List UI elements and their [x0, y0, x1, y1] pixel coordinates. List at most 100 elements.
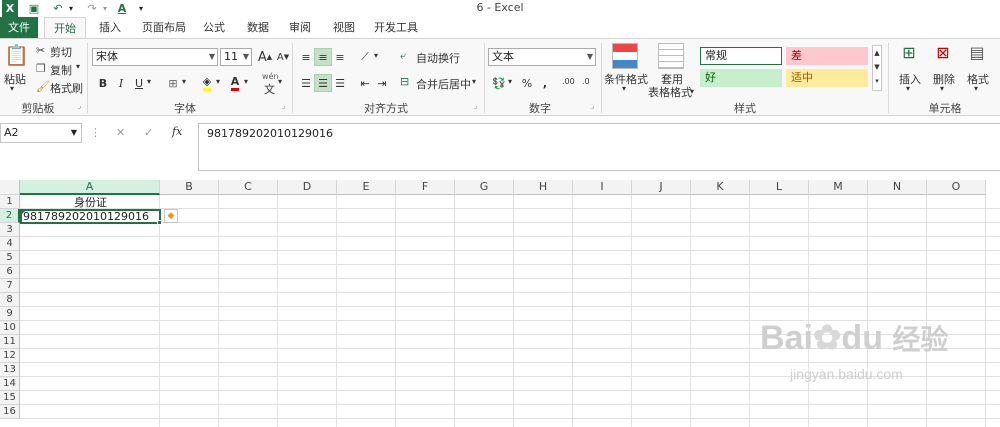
column-header-k[interactable]: K — [691, 180, 750, 195]
accounting-format-icon[interactable]: 💱 — [490, 74, 508, 92]
shrink-font-button[interactable]: A ▼ — [274, 48, 292, 66]
row-header-13[interactable]: 13 — [0, 363, 20, 377]
cut-button[interactable]: 剪切 — [50, 44, 72, 60]
comma-button[interactable]: , — [536, 74, 554, 92]
percent-button[interactable]: % — [518, 74, 536, 92]
style-good[interactable]: 好 — [700, 69, 782, 87]
column-header-h[interactable]: H — [514, 180, 573, 195]
number-format-dropdown[interactable]: 文本 ▼ — [488, 48, 596, 66]
row-header-11[interactable]: 11 — [0, 335, 20, 349]
column-header-o[interactable]: O — [927, 180, 986, 195]
column-header-j[interactable]: J — [632, 180, 691, 195]
tab-view[interactable]: 视图 — [326, 17, 362, 38]
align-left-icon[interactable]: ☰ — [297, 74, 315, 92]
alignment-launcher-icon[interactable]: ⌟ — [474, 102, 477, 110]
style-normal[interactable]: 常规 — [700, 47, 782, 65]
accounting-dropdown-icon[interactable]: ▾ — [508, 77, 512, 86]
copy-dropdown-icon[interactable]: ▾ — [76, 62, 80, 71]
font-launcher-icon[interactable]: ⌟ — [282, 102, 285, 110]
format-as-table-line2[interactable]: 表格格式 — [648, 84, 692, 100]
underline-button[interactable]: U — [130, 74, 148, 92]
row-header-2[interactable]: 2 — [0, 209, 20, 223]
fill-color-icon[interactable]: ◈ — [198, 74, 216, 92]
align-top-icon[interactable]: ≡ — [297, 48, 315, 66]
phonetic-dropdown-icon[interactable]: ▾ — [278, 77, 282, 86]
row-header-10[interactable]: 10 — [0, 321, 20, 335]
column-header-b[interactable]: B — [160, 180, 219, 195]
style-gallery-scroll[interactable]: ▲ ▼ ▾ — [872, 45, 882, 91]
align-bottom-icon[interactable]: ≡ — [331, 48, 349, 66]
column-header-a[interactable]: A — [20, 180, 160, 195]
align-middle-icon[interactable]: ≡ — [314, 48, 332, 66]
column-header-n[interactable]: N — [868, 180, 927, 195]
insert-dropdown-icon[interactable]: ▾ — [906, 84, 910, 93]
style-neutral[interactable]: 适中 — [786, 69, 868, 87]
orientation-dropdown-icon[interactable]: ▾ — [374, 51, 378, 60]
column-header-d[interactable]: D — [278, 180, 337, 195]
paste-dropdown-icon[interactable]: ▾ — [10, 84, 14, 93]
bold-button[interactable]: B — [94, 74, 112, 92]
italic-button[interactable]: I — [112, 74, 130, 92]
row-header-14[interactable]: 14 — [0, 377, 20, 391]
column-header-f[interactable]: F — [396, 180, 455, 195]
tab-page-layout[interactable]: 页面布局 — [136, 17, 192, 38]
grow-font-button[interactable]: A ▲ — [256, 48, 274, 66]
column-header-g[interactable]: G — [455, 180, 514, 195]
cell-a1[interactable]: 身份证 — [21, 196, 160, 210]
insert-function-icon[interactable]: fx — [172, 125, 182, 138]
clipboard-launcher-icon[interactable]: ⌟ — [78, 102, 81, 110]
format-dropdown-icon[interactable]: ▾ — [974, 84, 978, 93]
tab-review[interactable]: 审阅 — [282, 17, 318, 38]
row-header-5[interactable]: 5 — [0, 251, 20, 265]
wrap-text-button[interactable]: 自动换行 — [416, 50, 460, 66]
tab-insert[interactable]: 插入 — [90, 17, 130, 38]
font-color-dropdown-icon[interactable]: ▾ — [244, 77, 248, 86]
merge-dropdown-icon[interactable]: ▾ — [472, 77, 476, 86]
column-header-c[interactable]: C — [219, 180, 278, 195]
align-right-icon[interactable]: ☰ — [331, 74, 349, 92]
name-box[interactable]: A2 ▼ — [0, 123, 82, 143]
column-header-m[interactable]: M — [809, 180, 868, 195]
row-header-4[interactable]: 4 — [0, 237, 20, 251]
select-all-corner[interactable] — [0, 180, 20, 195]
font-color-button[interactable]: A — [226, 74, 244, 92]
tab-data[interactable]: 数据 — [240, 17, 276, 38]
tab-developer[interactable]: 开发工具 — [366, 17, 426, 38]
increase-indent-icon[interactable]: ⇥ — [373, 74, 391, 92]
paste-icon[interactable]: 📋 — [4, 43, 29, 69]
row-header-15[interactable]: 15 — [0, 391, 20, 405]
align-center-icon[interactable]: ☰ — [314, 74, 332, 92]
fill-handle[interactable] — [157, 220, 162, 225]
formula-input[interactable]: 981789202010129016 — [198, 123, 1000, 171]
column-header-e[interactable]: E — [337, 180, 396, 195]
tab-home[interactable]: 开始 — [44, 17, 86, 39]
number-launcher-icon[interactable]: ⌟ — [591, 102, 594, 110]
cancel-icon[interactable]: ✕ — [116, 126, 125, 139]
copy-button[interactable]: 复制 — [50, 62, 72, 78]
row-header-6[interactable]: 6 — [0, 265, 20, 279]
font-size-dropdown[interactable]: 11 ▼ — [220, 48, 252, 66]
row-header-12[interactable]: 12 — [0, 349, 20, 363]
tab-formulas[interactable]: 公式 — [196, 17, 232, 38]
row-header-9[interactable]: 9 — [0, 307, 20, 321]
row-header-1[interactable]: 1 — [0, 195, 20, 209]
row-header-7[interactable]: 7 — [0, 279, 20, 293]
orientation-icon[interactable]: ⟋ — [356, 48, 374, 66]
worksheet-grid[interactable]: ABCDEFGHIJKLMNO 1 2 3 4 5 6 7 8 9 10 11 12 13 14 15 16 … — [0, 180, 1000, 427]
underline-dropdown-icon[interactable]: ▾ — [147, 77, 151, 86]
decrease-decimal-button[interactable]: .0 — [582, 77, 590, 86]
font-name-dropdown[interactable]: 宋体 ▼ — [92, 48, 218, 66]
conditional-dropdown-icon[interactable]: ▾ — [622, 84, 626, 93]
error-warning-icon[interactable]: ◆ — [164, 209, 178, 223]
decrease-indent-icon[interactable]: ⇤ — [356, 74, 374, 92]
delete-dropdown-icon[interactable]: ▾ — [940, 84, 944, 93]
row-header-8[interactable]: 8 — [0, 293, 20, 307]
format-painter-button[interactable]: 格式刷 — [50, 80, 83, 96]
fill-color-dropdown-icon[interactable]: ▾ — [216, 77, 220, 86]
tab-file[interactable]: 文件 — [0, 17, 38, 38]
format-as-table-dropdown-icon[interactable]: ▾ — [690, 87, 694, 96]
more-options-icon[interactable]: ⋮ — [90, 126, 101, 139]
row-header-16[interactable]: 16 — [0, 405, 20, 419]
column-header-i[interactable]: I — [573, 180, 632, 195]
border-icon[interactable]: ⊞ — [164, 74, 182, 92]
